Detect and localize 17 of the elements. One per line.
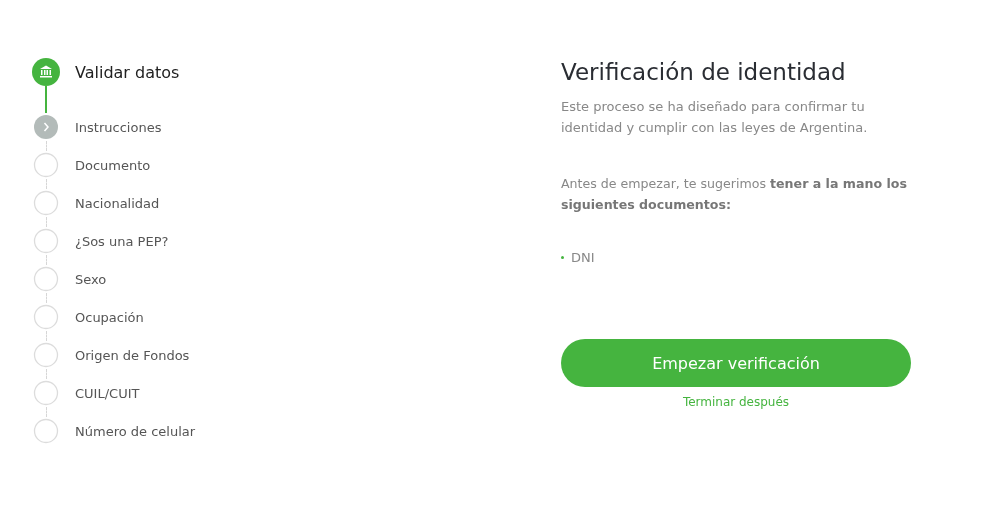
step-label: Origen de Fondos <box>75 347 190 363</box>
advice-text: Antes de empezar, te sugerimos tener a la mano los siguientes documentos: <box>561 175 908 214</box>
step-label: Instrucciones <box>75 119 162 135</box>
step-label: Ocupación <box>75 309 144 325</box>
step-label: ¿Sos una PEP? <box>75 233 169 249</box>
step-label: Documento <box>75 157 151 173</box>
step-label: Número de celular <box>75 423 196 439</box>
intro-text: Este proceso se ha diseñado para confirmar tu identidad y cumplir con las leyes de Argentina. <box>561 98 869 137</box>
step-label: Sexo <box>75 271 107 287</box>
bullet-icon <box>561 256 564 259</box>
step-label: CUIL/CUIT <box>75 385 140 401</box>
step-label: Nacionalidad <box>75 195 160 211</box>
document-item: DNI <box>571 250 595 265</box>
page-title: Verificación de identidad <box>561 58 847 86</box>
start-verification-button[interactable]: Empezar verificación <box>561 339 911 387</box>
finish-later-link[interactable]: Terminar después <box>682 395 790 409</box>
section-title: Validar datos <box>75 62 180 82</box>
